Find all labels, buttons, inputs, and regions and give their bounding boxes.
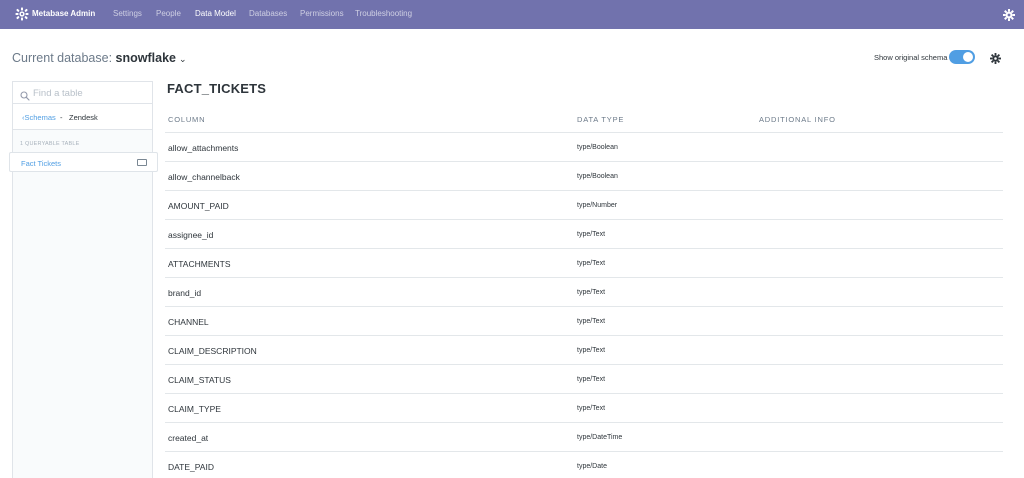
field-name[interactable]: created_at [168,433,208,443]
nav-item-troubleshooting[interactable]: Troubleshooting [355,9,412,18]
show-schema-label: Show original schema [874,53,948,62]
field-data-type: type/Text [577,318,606,325]
table-row[interactable]: AMOUNT_PAID type/Number [165,191,1003,220]
field-data-type: type/Text [577,260,606,267]
chevron-down-icon[interactable]: ⌄ [179,54,187,64]
field-data-type: type/Text [577,405,606,412]
column-header-additional-info: ADDITIONAL INFO [759,115,836,124]
nav-item-databases[interactable]: Databases [249,9,287,18]
field-data-type: type/Boolean [577,173,618,180]
field-name[interactable]: brand_id [168,288,201,298]
column-header-column: COLUMN [168,115,206,124]
table-sidebar: ‹Schemas - Zendesk 1 QUERYABLE TABLE Fac… [9,81,158,478]
field-name[interactable]: CLAIM_STATUS [168,375,231,385]
table-row[interactable]: CLAIM_STATUS type/Text [165,365,1003,394]
database-prefix: Current database: [12,51,113,65]
page-title: FACT_TICKETS [167,81,267,96]
table-row[interactable]: allow_channelback type/Boolean [165,162,1003,191]
sidebar-item-label: Fact Tickets [21,159,62,168]
table-row[interactable]: created_at type/DateTime [165,423,1003,452]
nav-item-people[interactable]: People [156,9,181,18]
field-name[interactable]: CHANNEL [168,317,209,327]
field-name[interactable]: AMOUNT_PAID [168,201,229,211]
field-name[interactable]: allow_channelback [168,172,240,182]
table-count-label: 1 QUERYABLE TABLE [20,141,80,147]
top-nav: Metabase Admin Settings People Data Mode… [0,0,1024,29]
search-icon [20,88,30,101]
table-row[interactable]: CLAIM_TYPE type/Text [165,394,1003,423]
database-selector[interactable]: Current database: snowflake ⌄ [12,51,187,65]
database-name[interactable]: snowflake [116,51,176,65]
schemas-back-link[interactable]: ‹Schemas [22,113,56,122]
table-row[interactable]: CLAIM_DESCRIPTION type/Text [165,336,1003,365]
eye-hide-icon[interactable] [137,159,147,166]
toggle-knob [963,52,973,62]
gear-icon[interactable] [1003,8,1015,21]
table-search-input[interactable] [33,86,143,100]
table-row[interactable]: CHANNEL type/Text [165,307,1003,336]
nav-item-permissions[interactable]: Permissions [300,9,344,18]
table-row[interactable]: brand_id type/Text [165,278,1003,307]
column-header-data-type: DATA TYPE [577,115,625,124]
breadcrumb-separator: - [60,113,63,122]
field-data-type: type/Text [577,376,606,383]
field-data-type: type/DateTime [577,434,623,441]
field-name[interactable]: assignee_id [168,230,213,240]
nav-item-data-model[interactable]: Data Model [195,9,236,18]
field-name[interactable]: allow_attachments [168,143,238,153]
field-data-type: type/Date [577,463,607,470]
field-name[interactable]: ATTACHMENTS [168,259,231,269]
field-data-type: type/Number [577,202,618,209]
field-data-type: type/Boolean [577,144,618,151]
field-name[interactable]: CLAIM_DESCRIPTION [168,346,257,356]
field-data-type: type/Text [577,289,606,296]
table-row[interactable]: allow_attachments type/Boolean [165,133,1003,162]
current-schema: Zendesk [69,113,98,122]
nav-item-settings[interactable]: Settings [113,9,142,18]
metabase-logo-icon[interactable] [15,7,29,21]
table-row[interactable]: ATTACHMENTS type/Text [165,249,1003,278]
field-data-type: type/Text [577,231,606,238]
settings-gear-icon[interactable] [990,51,1001,64]
field-data-type: type/Text [577,347,606,354]
sidebar-item-fact-tickets[interactable]: Fact Tickets [9,152,158,172]
table-row[interactable]: DATE_PAID type/Date [165,452,1003,478]
schema-breadcrumb: ‹Schemas - Zendesk [13,104,152,130]
brand-title[interactable]: Metabase Admin [32,9,95,18]
field-name[interactable]: CLAIM_TYPE [168,404,221,414]
table-row[interactable]: assignee_id type/Text [165,220,1003,249]
table-search [13,82,152,104]
show-schema-toggle[interactable] [949,50,975,64]
field-name[interactable]: DATE_PAID [168,462,214,472]
